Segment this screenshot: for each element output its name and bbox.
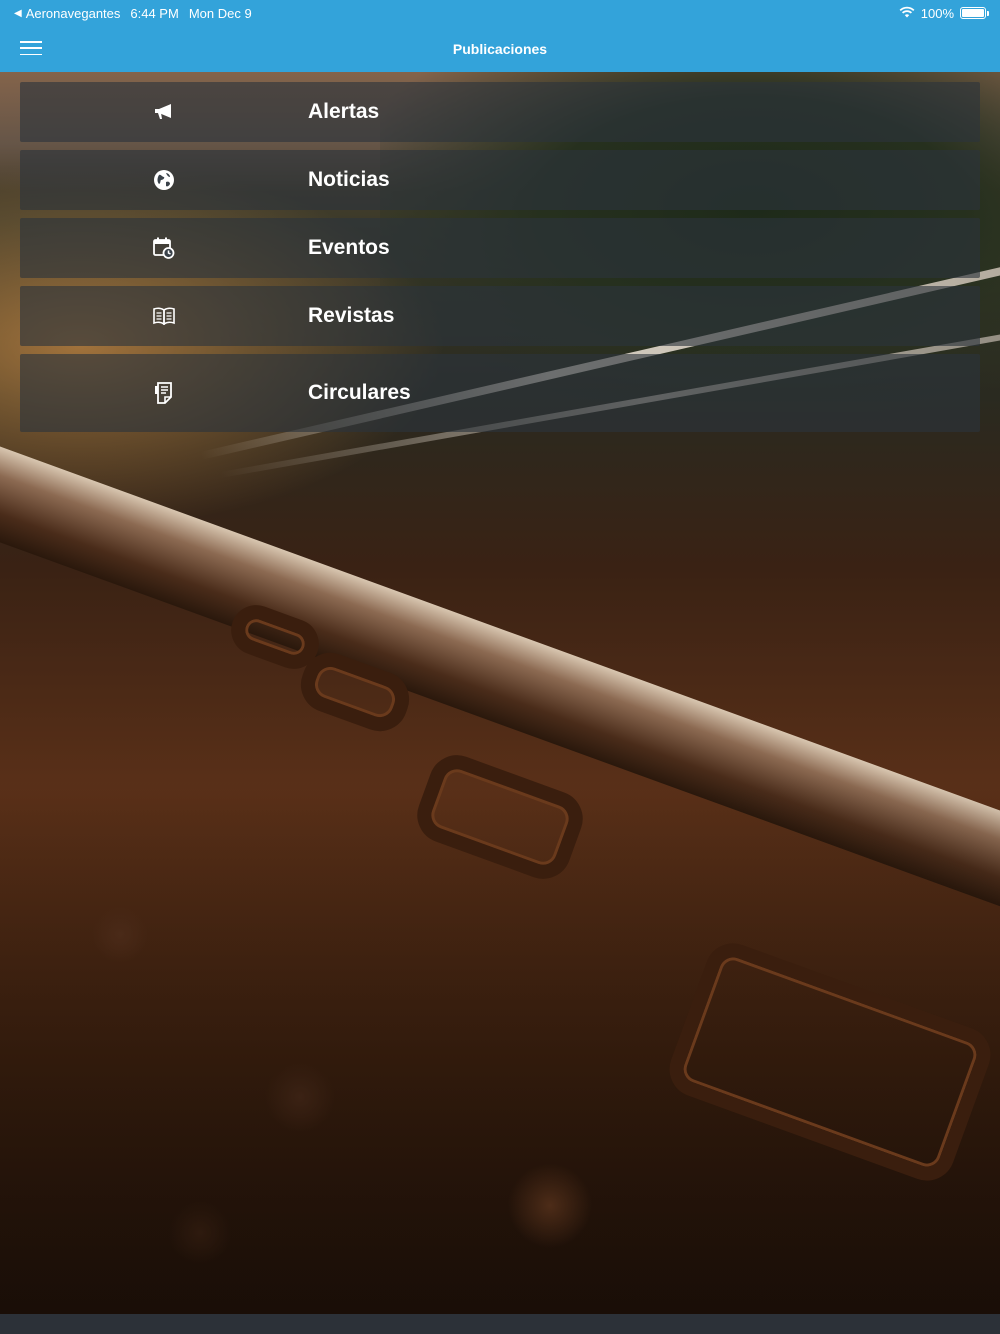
back-app-label: Aeronavegantes	[25, 5, 121, 21]
publications-menu: Alertas Noticias Eventos Revistas Circul…	[20, 82, 980, 440]
wifi-icon	[899, 6, 915, 21]
open-book-icon	[152, 304, 176, 328]
menu-item-eventos[interactable]: Eventos	[20, 218, 980, 278]
menu-item-label: Eventos	[308, 236, 390, 259]
status-date: Mon Dec 9	[188, 5, 252, 21]
menu-item-label: Revistas	[308, 304, 395, 327]
menu-item-circulares[interactable]: Circulares	[20, 354, 980, 432]
menu-item-label: Alertas	[308, 100, 380, 123]
menu-item-alertas[interactable]: Alertas	[20, 82, 980, 142]
bottom-bar	[0, 1314, 1000, 1334]
globe-icon	[152, 168, 176, 192]
document-icon	[152, 381, 176, 405]
menu-item-revistas[interactable]: Revistas	[20, 286, 980, 346]
status-time: 6:44 PM	[130, 5, 179, 21]
back-triangle-icon: ◀	[14, 7, 22, 19]
page-title: Publicaciones	[452, 41, 548, 57]
status-bar: ◀ Aeronavegantes 6:44 PM Mon Dec 9 100%	[0, 0, 1000, 26]
nav-bar: Publicaciones	[0, 26, 1000, 72]
hamburger-icon[interactable]	[20, 41, 42, 55]
megaphone-icon	[152, 100, 176, 124]
back-to-app[interactable]: ◀ Aeronavegantes	[14, 6, 120, 21]
menu-item-noticias[interactable]: Noticias	[20, 150, 980, 210]
battery-percent: 100%	[920, 5, 954, 21]
calendar-clock-icon	[152, 236, 176, 260]
menu-item-label: Noticias	[308, 168, 390, 191]
menu-item-label: Circulares	[308, 381, 411, 404]
battery-icon	[960, 7, 989, 19]
